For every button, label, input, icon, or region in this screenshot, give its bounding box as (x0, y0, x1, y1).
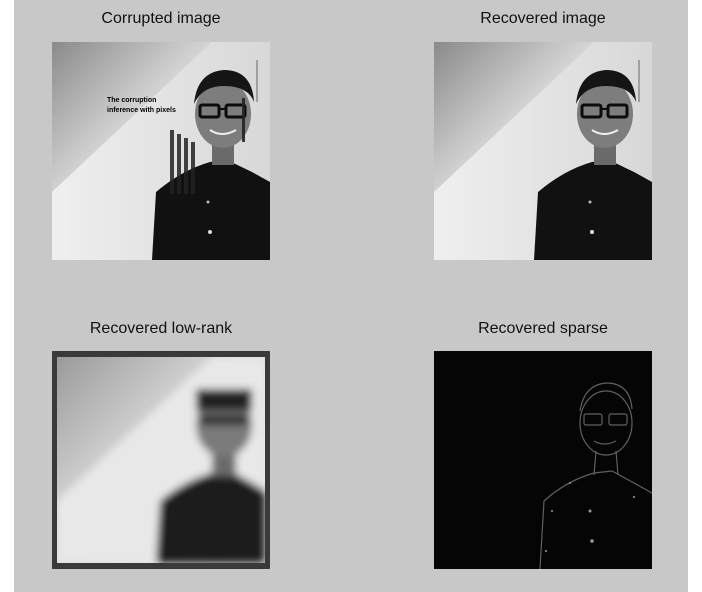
panel-title: Recovered low-rank (89, 320, 233, 337)
panel-recovered-low-rank: Recovered low-rank (52, 300, 270, 570)
recovered-image (434, 42, 652, 260)
panel-title: Recovered image (480, 10, 606, 27)
panel-recovered-sparse: Recovered sparse (434, 300, 652, 570)
panel-title: Corrupted image (101, 10, 221, 27)
recovered-sparse-image (434, 351, 652, 569)
panel-corrupted-image: Corrupted image The corruption inference… (52, 0, 270, 270)
recovered-low-rank-image (52, 351, 270, 569)
panel-title: Recovered sparse (478, 320, 608, 337)
corruption-text-line1: The corruption (107, 97, 156, 104)
panel-recovered-image: Recovered image (434, 0, 652, 270)
corrupted-image: The corruption inference with pixels (52, 42, 270, 260)
figure-window: Corrupted image The corruption inference… (14, 0, 688, 592)
corruption-text-line2: inference with pixels (107, 107, 176, 114)
